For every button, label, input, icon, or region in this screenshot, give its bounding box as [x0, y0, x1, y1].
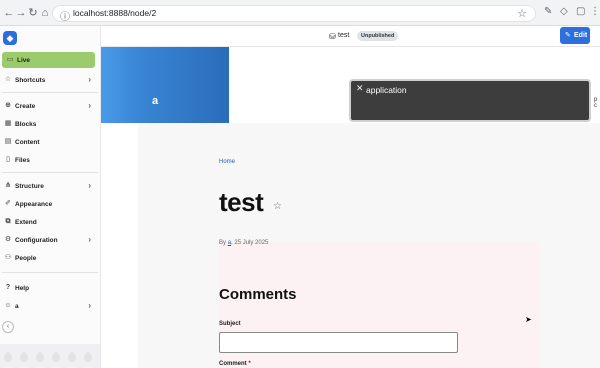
sidebar-item-label: Appearance	[15, 201, 53, 208]
sidebar-item-people[interactable]: ⚇ People	[0, 250, 101, 266]
hero-image: a	[101, 47, 229, 123]
browser-toolbar: ← → ↻ ⌂ ⓘ localhost:8888/node/2 ☆ ✎ ◇ ▢ …	[0, 0, 600, 26]
sidebar-item-label: Help	[15, 285, 30, 292]
sidebar-item-configuration[interactable]: ⚙ Configuration ›	[0, 232, 101, 248]
database-icon: ⛁	[329, 32, 336, 41]
extend-icon: ⧉	[5, 218, 11, 225]
sidebar-item-extend[interactable]: ⧉ Extend	[0, 214, 101, 230]
file-icon: ▯	[6, 156, 10, 163]
favorite-star-icon[interactable]: ☆	[273, 201, 282, 212]
sidebar-item-appearance[interactable]: ✐ Appearance	[0, 196, 101, 212]
breadcrumb-home-link[interactable]: Home	[219, 159, 235, 165]
hero-label: a	[152, 95, 159, 107]
extension-icon[interactable]: ✎	[544, 6, 552, 17]
sidebar-item-blocks[interactable]: ▦ Blocks	[0, 116, 101, 132]
puzzle-icon[interactable]: ◇	[560, 6, 568, 17]
address-bar[interactable]: ⓘ localhost:8888/node/2 ☆	[52, 5, 536, 23]
sidebar-item-label: Blocks	[15, 121, 37, 128]
content-icon: ▤	[4, 138, 12, 145]
sidebar-item-help[interactable]: ? Help	[0, 280, 101, 296]
profile-icon[interactable]: ▢	[576, 6, 585, 17]
sidebar-item-label: Extend	[15, 219, 37, 226]
home-icon[interactable]: ⌂	[38, 6, 52, 20]
sidebar-item-label: Structure	[15, 183, 44, 190]
brush-icon: ✐	[5, 200, 11, 207]
divider	[2, 272, 98, 273]
sidebar-item-structure[interactable]: ⋔ Structure ›	[0, 178, 101, 194]
sidebar-item-label: a	[15, 303, 19, 310]
required-marker: *	[248, 361, 251, 367]
site-info-icon[interactable]: ⓘ	[60, 8, 70, 23]
subject-label: Subject	[219, 321, 241, 327]
people-icon: ⚇	[4, 254, 12, 261]
edit-button[interactable]: ✎ Edit	[560, 27, 590, 44]
byline-prefix: By	[219, 240, 227, 246]
toast-message: application	[366, 85, 407, 95]
user-icon: ☺	[4, 302, 12, 309]
clipped-text: p c	[594, 97, 598, 109]
sidebar-item-user[interactable]: ☺ a ›	[0, 298, 101, 314]
structure-icon: ⋔	[5, 182, 11, 189]
sidebar-item-label: Live	[17, 57, 31, 64]
comment-label: Comment *	[219, 361, 251, 367]
chevron-right-icon: ›	[88, 301, 91, 310]
comments-heading: Comments	[219, 286, 297, 303]
sidebar-item-label: Shortcuts	[15, 77, 46, 84]
sidebar-footer-decoration	[0, 344, 100, 368]
sidebar-item-label: Files	[15, 157, 30, 164]
plus-icon: ⊕	[5, 102, 11, 109]
star-icon: ☆	[4, 76, 12, 83]
mouse-cursor-icon: ➤	[525, 315, 532, 324]
top-bar: ⛁ test Unpublished ✎ Edit	[101, 26, 600, 47]
divider	[2, 172, 98, 173]
collapse-sidebar-button[interactable]: ‹	[2, 321, 14, 333]
chevron-right-icon: ›	[88, 101, 91, 110]
byline: By a, 25 July 2025	[219, 240, 268, 246]
node-title: test	[338, 32, 350, 39]
sidebar-item-shortcuts[interactable]: ☆ Shortcuts ›	[0, 72, 101, 88]
sidebar-item-label: Content	[15, 139, 40, 146]
toast-notification: ✕ application	[349, 79, 591, 122]
sidebar-item-label: Configuration	[15, 237, 58, 244]
sidebar-item-create[interactable]: ⊕ Create ›	[0, 98, 101, 114]
sidebar-item-files[interactable]: ▯ Files	[0, 152, 101, 168]
sidebar-item-label: People	[15, 255, 37, 262]
page-title: test	[219, 187, 264, 217]
edit-button-label: Edit	[574, 32, 588, 39]
url-text: localhost:8888/node/2	[73, 8, 157, 18]
chevron-right-icon: ›	[88, 235, 91, 244]
byline-date: , 25 July 2025	[231, 240, 269, 246]
pencil-icon: ✎	[565, 32, 571, 39]
divider	[2, 92, 98, 93]
help-icon: ?	[5, 284, 11, 291]
sidebar-item-live[interactable]: ▭ Live	[2, 52, 95, 68]
sidebar-item-content[interactable]: ▤ Content	[0, 134, 101, 150]
chevron-right-icon: ›	[88, 75, 91, 84]
sidebar-item-label: Create	[15, 103, 36, 110]
live-icon: ▭	[6, 56, 14, 63]
drupal-logo-icon[interactable]: ◆	[3, 31, 17, 45]
comment-label-text: Comment	[219, 361, 247, 367]
gear-icon: ⚙	[4, 236, 12, 243]
close-icon[interactable]: ✕	[356, 83, 364, 94]
admin-sidebar: ◆ ▭ Live ☆ Shortcuts › ⊕ Create › ▦ Bloc…	[0, 26, 101, 368]
chevron-right-icon: ›	[88, 181, 91, 190]
bookmark-star-icon[interactable]: ☆	[517, 7, 527, 20]
status-badge: Unpublished	[357, 31, 399, 41]
subject-input[interactable]	[219, 332, 458, 353]
blocks-icon: ▦	[4, 120, 12, 127]
menu-icon[interactable]: ⋮	[590, 6, 600, 17]
